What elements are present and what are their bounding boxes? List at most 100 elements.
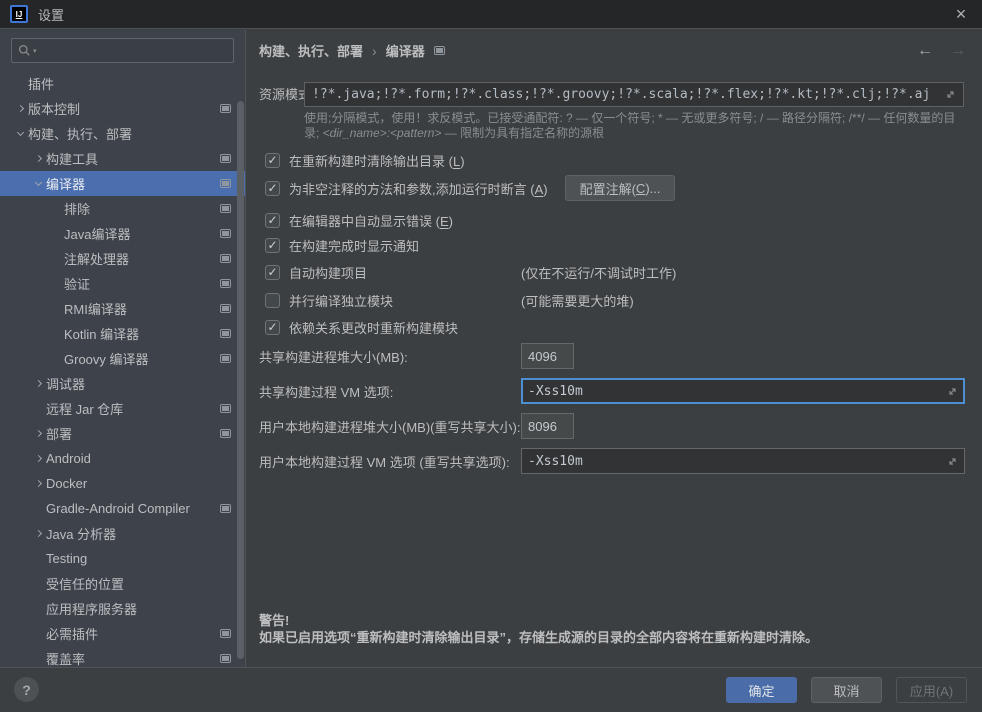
project-level-icon <box>220 229 231 238</box>
expand-field-icon[interactable] <box>945 89 956 100</box>
project-level-icon <box>220 204 231 213</box>
sidebar-item[interactable]: 覆盖率 <box>0 646 245 667</box>
sidebar-item[interactable]: 排除 <box>0 196 245 221</box>
sidebar-item[interactable]: Kotlin 编译器 <box>0 321 245 346</box>
sidebar-item[interactable]: 验证 <box>0 271 245 296</box>
checkbox-row: ✓为非空注释的方法和参数,添加运行时断言 (A)配置注解(C)... <box>265 176 972 200</box>
sidebar-item-label: 受信任的位置 <box>46 574 124 593</box>
sidebar-item[interactable]: 受信任的位置 <box>0 571 245 596</box>
sidebar-item[interactable]: 调试器 <box>0 371 245 396</box>
cancel-button[interactable]: 取消 <box>811 677 882 703</box>
field-row: 用户本地构建过程 VM 选项 (重写共享选项): -Xss10m <box>259 448 982 474</box>
configure-annotations-button[interactable]: 配置注解(C)... <box>565 175 676 201</box>
sidebar-item[interactable]: 远程 Jar 仓库 <box>0 396 245 421</box>
chevron-right-icon[interactable] <box>16 105 23 112</box>
checkbox-comment: (可能需要更大的堆) <box>521 291 634 310</box>
forward-arrow-icon: → <box>950 42 966 60</box>
sidebar-item-label: 注解处理器 <box>64 249 129 268</box>
sidebar-item[interactable]: Java 分析器 <box>0 521 245 546</box>
chevron-right-icon[interactable] <box>34 380 41 387</box>
checked-checkbox[interactable]: ✓ <box>265 265 280 280</box>
sidebar-item[interactable]: Gradle-Android Compiler <box>0 496 245 521</box>
checked-checkbox[interactable]: ✓ <box>265 153 280 168</box>
field-row: 用户本地构建进程堆大小(MB)(重写共享大小):8096 <box>259 413 982 439</box>
sidebar-item[interactable]: 应用程序服务器 <box>0 596 245 621</box>
sidebar-item[interactable]: Docker <box>0 471 245 496</box>
chevron-right-icon[interactable] <box>34 480 41 487</box>
checkbox-label: 在构建完成时显示通知 <box>289 236 419 255</box>
checkbox-label: 自动构建项目 <box>289 263 367 282</box>
sidebar-item-label: 构建工具 <box>46 149 98 168</box>
checkbox-label: 在编辑器中自动显示错误 (E) <box>289 211 453 230</box>
sidebar-item[interactable]: Testing <box>0 546 245 571</box>
resource-patterns-input[interactable]: !?*.java;!?*.form;!?*.class;!?*.groovy;!… <box>304 82 964 107</box>
chevron-right-icon[interactable] <box>34 455 41 462</box>
dialog-footer: ? 确定 取消 应用(A) <box>0 667 982 712</box>
ok-button[interactable]: 确定 <box>726 677 797 703</box>
project-level-icon <box>220 304 231 313</box>
project-level-icon <box>220 354 231 363</box>
intellij-logo-icon: IJ <box>10 5 28 23</box>
settings-tree: 插件版本控制构建、执行、部署构建工具编译器排除 Java编译器注解处理器验证RMI… <box>0 71 245 667</box>
breadcrumb: 构建、执行、部署 › 编译器 ← → <box>247 30 982 71</box>
sidebar-item[interactable]: 编译器 <box>0 171 245 196</box>
breadcrumb-item[interactable]: 编译器 <box>386 41 425 60</box>
search-input[interactable]: ▾ <box>11 38 234 63</box>
search-history-caret-icon[interactable]: ▾ <box>33 47 37 55</box>
sidebar-item-label: 调试器 <box>46 374 85 393</box>
field-label: 共享构建过程 VM 选项: <box>259 382 393 401</box>
resource-patterns-hint: 使用;分隔模式，使用！求反模式。已接受通配符: ? — 仅一个符号; * — 无… <box>304 111 968 141</box>
sidebar-item[interactable]: 注解处理器 <box>0 246 245 271</box>
sidebar-item-label: 必需插件 <box>46 624 98 643</box>
breadcrumb-separator-icon: › <box>372 43 377 59</box>
field-row: 共享构建过程 VM 选项: -Xss10m <box>259 378 982 404</box>
chevron-right-icon[interactable] <box>34 530 41 537</box>
chevron-down-icon[interactable] <box>16 129 23 136</box>
sidebar-item[interactable]: 必需插件 <box>0 621 245 646</box>
close-icon[interactable]: × <box>950 5 972 23</box>
project-level-icon <box>434 46 445 55</box>
sidebar-item-label: 版本控制 <box>28 99 80 118</box>
unchecked-checkbox[interactable] <box>265 293 280 308</box>
project-level-icon <box>220 504 231 513</box>
sidebar-item[interactable]: 部署 <box>0 421 245 446</box>
chevron-right-icon[interactable] <box>34 430 41 437</box>
field-label: 用户本地构建过程 VM 选项 (重写共享选项): <box>259 452 510 471</box>
field-input[interactable]: 4096 <box>521 343 574 369</box>
chevron-down-icon[interactable] <box>34 179 41 186</box>
sidebar-item[interactable]: 版本控制 <box>0 96 245 121</box>
expand-field-icon[interactable] <box>947 386 958 397</box>
checked-checkbox[interactable]: ✓ <box>265 320 280 335</box>
sidebar-item[interactable]: 插件 <box>0 71 245 96</box>
field-row: 共享构建进程堆大小(MB):4096 <box>259 343 982 369</box>
project-level-icon <box>220 254 231 263</box>
sidebar-item[interactable]: Groovy 编译器 <box>0 346 245 371</box>
project-level-icon <box>220 404 231 413</box>
checked-checkbox[interactable]: ✓ <box>265 213 280 228</box>
help-icon[interactable]: ? <box>14 677 39 702</box>
sidebar-item-label: Docker <box>46 476 87 491</box>
checkbox-label: 依赖关系更改时重新构建模块 <box>289 318 458 337</box>
checkbox-row: ✓ 在构建完成时显示通知 <box>265 233 972 257</box>
sidebar-item-label: 排除 <box>64 199 90 218</box>
sidebar-item[interactable]: 构建、执行、部署 <box>0 121 245 146</box>
field-input[interactable]: -Xss10m <box>521 448 965 474</box>
field-value: 8096 <box>528 419 557 434</box>
checked-checkbox[interactable]: ✓ <box>265 181 280 196</box>
sidebar-item[interactable]: Android <box>0 446 245 471</box>
sidebar-item-label: 插件 <box>28 74 54 93</box>
expand-field-icon[interactable] <box>947 456 958 467</box>
sidebar-scrollbar[interactable] <box>237 101 244 659</box>
back-arrow-icon[interactable]: ← <box>917 42 933 60</box>
sidebar-item[interactable]: RMI编译器 <box>0 296 245 321</box>
chevron-right-icon[interactable] <box>34 155 41 162</box>
checked-checkbox[interactable]: ✓ <box>265 238 280 253</box>
sidebar-item[interactable]: 构建工具 <box>0 146 245 171</box>
breadcrumb-item[interactable]: 构建、执行、部署 <box>259 41 363 60</box>
sidebar-item[interactable]: Java编译器 <box>0 221 245 246</box>
field-input[interactable]: 8096 <box>521 413 574 439</box>
field-value: -Xss10m <box>528 454 583 469</box>
warning-message: 警告! 如果已启用选项“重新构建时清除输出目录”，存储生成源的目录的全部内容将在… <box>259 612 818 646</box>
checkbox-row: 并行编译独立模块(可能需要更大的堆) <box>265 288 972 312</box>
field-input[interactable]: -Xss10m <box>521 378 965 404</box>
